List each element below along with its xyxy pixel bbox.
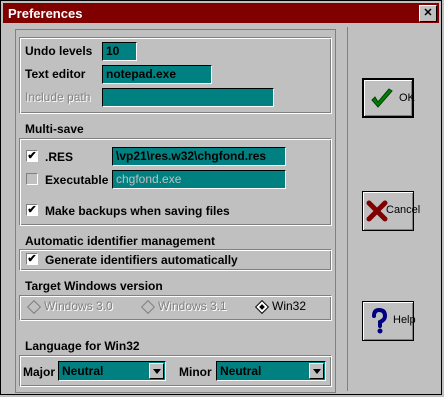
generate-ids-checkbox[interactable]: ✔ (26, 253, 38, 265)
backup-checkbox[interactable]: ✔ (26, 204, 38, 216)
checkmark-icon: ✔ (27, 204, 37, 216)
executable-checkbox[interactable] (26, 173, 38, 185)
include-path-label: Include path (25, 90, 91, 104)
multi-save-heading: Multi-save (25, 122, 84, 136)
res-path-input[interactable]: \vp21\res.w32\chgfond.res (112, 147, 286, 166)
checkmark-icon: ✔ (27, 150, 37, 162)
windows30-label: Windows 3.0 (44, 299, 113, 313)
ok-button[interactable]: OK (362, 78, 415, 118)
title-bar: Preferences ✕ (3, 3, 439, 23)
close-button[interactable]: ✕ (419, 5, 437, 22)
language-heading: Language for Win32 (25, 339, 140, 353)
major-value: Neutral (62, 364, 104, 378)
undo-levels-label: Undo levels (25, 44, 93, 58)
major-label: Major (23, 365, 56, 379)
checkmark-icon: ✔ (27, 253, 37, 265)
ok-label: OK (399, 92, 415, 104)
cancel-button[interactable]: Cancel (362, 191, 420, 231)
target-windows-heading: Target Windows version (25, 279, 163, 293)
chevron-down-icon[interactable] (309, 363, 324, 379)
x-icon (366, 200, 388, 222)
minor-language-select[interactable]: Neutral (216, 361, 326, 381)
include-path-input[interactable] (102, 88, 274, 107)
help-label: Help (393, 314, 416, 326)
help-button[interactable]: Help (362, 301, 416, 341)
minor-label: Minor (179, 365, 212, 379)
generate-ids-label: Generate identifiers automatically (45, 253, 238, 267)
win32-label: Win32 (272, 299, 307, 313)
windows31-label: Windows 3.1 (158, 299, 227, 313)
text-editor-input[interactable]: notepad.exe (102, 65, 212, 84)
cancel-label: Cancel (386, 204, 421, 216)
window-title: Preferences (8, 6, 83, 21)
button-separator (347, 27, 348, 391)
executable-label: Executable (45, 173, 109, 187)
executable-path-input[interactable]: chgfond.exe (112, 170, 286, 189)
check-icon (371, 88, 393, 108)
close-icon: ✕ (423, 7, 433, 19)
res-label: .RES (45, 150, 74, 164)
undo-levels-input[interactable]: 10 (102, 42, 137, 61)
chevron-down-icon[interactable] (149, 363, 164, 379)
backup-label: Make backups when saving files (45, 204, 230, 218)
minor-value: Neutral (220, 364, 262, 378)
res-checkbox[interactable]: ✔ (26, 150, 38, 162)
text-editor-label: Text editor (25, 67, 86, 81)
auto-id-heading: Automatic identifier management (25, 234, 216, 248)
major-language-select[interactable]: Neutral (58, 361, 166, 381)
preferences-dialog: Preferences ✕ Undo levels 10 Text editor… (0, 0, 442, 395)
question-icon (372, 308, 388, 334)
